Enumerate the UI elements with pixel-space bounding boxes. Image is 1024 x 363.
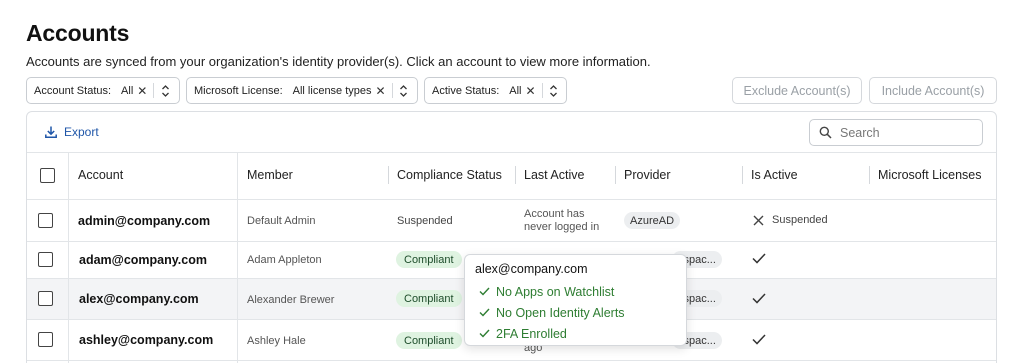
last-active-line: Account has <box>524 208 585 220</box>
filter-value: All <box>121 84 134 97</box>
column-header-compliance[interactable]: Compliance Status <box>397 168 502 182</box>
divider <box>541 83 543 98</box>
column-header-is-active[interactable]: Is Active <box>751 168 798 182</box>
column-header-provider[interactable]: Provider <box>624 168 671 182</box>
column-header-account[interactable]: Account <box>78 168 123 182</box>
clear-filter-icon[interactable]: ✕ <box>376 84 386 98</box>
provider-badge: AzureAD <box>624 212 681 229</box>
column-separator <box>388 166 389 184</box>
check-icon <box>752 293 766 304</box>
member-name: Ashley Hale <box>247 335 306 347</box>
filter-account-status[interactable]: Account Status: All ✕ <box>26 77 180 104</box>
member-name: Alexander Brewer <box>247 294 335 306</box>
column-separator <box>869 166 870 184</box>
is-active-label: Suspended <box>772 214 828 226</box>
compliance-badge[interactable]: Compliant <box>396 251 462 268</box>
tooltip-title: alex@company.com <box>475 262 588 276</box>
check-icon <box>752 253 766 264</box>
column-header-microsoft-licenses[interactable]: Microsoft Licenses <box>878 168 982 182</box>
column-separator <box>615 166 616 184</box>
check-icon <box>479 329 490 338</box>
filter-label: Active Status: <box>432 84 500 97</box>
row-checkbox[interactable] <box>38 252 53 267</box>
divider <box>68 152 69 363</box>
filter-microsoft-license[interactable]: Microsoft License: All license types ✕ <box>186 77 418 104</box>
member-name: Adam Appleton <box>247 254 322 266</box>
page-subtitle: Accounts are synced from your organizati… <box>26 54 651 69</box>
compliance-badge[interactable]: Compliant <box>396 290 462 307</box>
member-name: Default Admin <box>247 215 316 227</box>
row-checkbox[interactable] <box>38 213 53 228</box>
chevron-updown-icon[interactable] <box>158 84 172 98</box>
check-icon <box>479 308 490 317</box>
search-icon <box>819 126 832 139</box>
tooltip-item-label: 2FA Enrolled <box>496 326 567 341</box>
clear-filter-icon[interactable]: ✕ <box>137 84 147 98</box>
clear-filter-icon[interactable]: ✕ <box>526 84 536 98</box>
tooltip-item: 2FA Enrolled <box>475 323 676 344</box>
download-icon <box>45 126 57 138</box>
tooltip-item: No Open Identity Alerts <box>475 302 676 323</box>
column-header-last-active[interactable]: Last Active <box>524 168 584 182</box>
compliance-badge[interactable]: Compliant <box>396 332 462 349</box>
export-button[interactable]: Export <box>44 125 99 139</box>
account-email[interactable]: ashley@company.com <box>79 333 213 347</box>
divider <box>27 360 996 361</box>
tooltip-item: No Apps on Watchlist <box>475 281 676 302</box>
last-active-line: never logged in <box>524 221 600 233</box>
divider <box>391 83 393 98</box>
chevron-updown-icon[interactable] <box>547 84 561 98</box>
check-icon <box>752 334 766 345</box>
account-email[interactable]: admin@company.com <box>78 214 210 228</box>
divider <box>153 83 155 98</box>
column-separator <box>742 166 743 184</box>
account-email[interactable]: adam@company.com <box>79 253 207 267</box>
compliance-tooltip: alex@company.com No Apps on Watchlist No… <box>464 254 687 346</box>
divider <box>27 241 996 242</box>
search-input[interactable]: Search <box>809 119 983 146</box>
row-checkbox[interactable] <box>38 291 53 306</box>
exclude-accounts-button[interactable]: Exclude Account(s) <box>732 77 862 104</box>
filter-value: All license types <box>292 84 372 97</box>
is-active-status: Suspended <box>753 214 828 226</box>
divider <box>27 152 996 153</box>
search-placeholder: Search <box>840 125 880 140</box>
last-active: Account has never logged in <box>524 208 599 234</box>
filter-active-status[interactable]: Active Status: All ✕ <box>424 77 567 104</box>
row-checkbox[interactable] <box>38 332 53 347</box>
chevron-updown-icon[interactable] <box>397 84 411 98</box>
check-icon <box>479 287 490 296</box>
filter-value: All <box>509 84 522 97</box>
compliance-status: Suspended <box>397 215 453 227</box>
divider <box>27 199 996 200</box>
filter-label: Account Status: <box>34 84 112 97</box>
close-icon <box>753 215 764 225</box>
column-header-member[interactable]: Member <box>247 168 293 182</box>
tooltip-item-label: No Open Identity Alerts <box>496 305 625 320</box>
tooltip-item-label: No Apps on Watchlist <box>496 284 615 299</box>
column-separator <box>515 166 516 184</box>
filter-label: Microsoft License: <box>194 84 283 97</box>
page-title: Accounts <box>26 20 130 46</box>
select-all-checkbox[interactable] <box>40 168 55 183</box>
account-email[interactable]: alex@company.com <box>79 292 199 306</box>
include-accounts-button[interactable]: Include Account(s) <box>869 77 997 104</box>
export-label: Export <box>64 125 99 139</box>
divider <box>237 152 238 363</box>
